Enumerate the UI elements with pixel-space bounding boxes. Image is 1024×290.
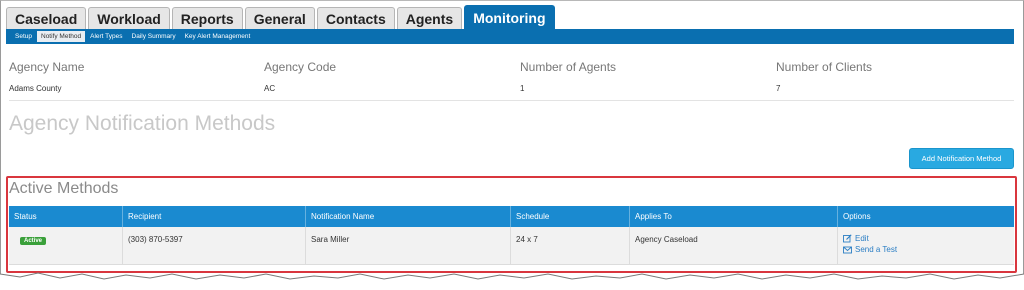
agency-name-value: Adams County <box>9 84 62 93</box>
cell-applies-to: Agency Caseload <box>630 227 838 264</box>
divider <box>9 100 1014 101</box>
edit-label: Edit <box>855 234 869 243</box>
tab-reports[interactable]: Reports <box>171 7 243 29</box>
subnav-key-alert-management[interactable]: Key Alert Management <box>181 31 255 42</box>
table-row: Active (303) 870-5397 Sara Miller 24 x 7… <box>9 227 1014 265</box>
agents-count-value: 1 <box>520 84 525 93</box>
send-test-link[interactable]: Send a Test <box>843 244 1014 255</box>
cell-options: Edit Send a Test <box>838 227 1014 264</box>
header-applies-to: Applies To <box>630 206 838 227</box>
main-tabs: Caseload Workload Reports General Contac… <box>6 5 557 29</box>
header-notification-name: Notification Name <box>306 206 511 227</box>
header-schedule: Schedule <box>511 206 630 227</box>
header-recipient: Recipient <box>123 206 306 227</box>
active-methods-heading: Active Methods <box>9 180 119 197</box>
agents-count-block: Number of Agents 1 <box>520 60 616 93</box>
clients-count-value: 7 <box>776 84 781 93</box>
tab-caseload[interactable]: Caseload <box>6 7 87 29</box>
edit-link[interactable]: Edit <box>843 233 1014 244</box>
agency-code-value: AC <box>264 84 276 93</box>
cell-schedule: 24 x 7 <box>511 227 630 264</box>
subnav-alert-types[interactable]: Alert Types <box>86 31 126 42</box>
torn-edge <box>0 272 1024 290</box>
subnav-daily-summary[interactable]: Daily Summary <box>128 31 180 42</box>
cell-status: Active <box>9 227 123 264</box>
monitoring-subnav: Setup Notify Method Alert Types Daily Su… <box>6 29 1014 44</box>
clients-count-block: Number of Clients 7 <box>776 60 872 93</box>
header-status: Status <box>9 206 123 227</box>
agents-count-label: Number of Agents <box>520 60 617 74</box>
tab-general[interactable]: General <box>244 7 315 29</box>
add-notification-method-button[interactable]: Add Notification Method <box>909 148 1014 169</box>
tab-workload[interactable]: Workload <box>88 7 170 29</box>
tab-contacts[interactable]: Contacts <box>316 7 395 29</box>
cell-notification-name: Sara Miller <box>306 227 511 264</box>
status-badge: Active <box>20 237 47 245</box>
subnav-notify-method[interactable]: Notify Method <box>37 31 86 42</box>
header-options: Options <box>843 212 871 221</box>
clients-count-label: Number of Clients <box>776 60 873 74</box>
tab-agents[interactable]: Agents <box>396 7 463 29</box>
agency-name-block: Agency Name Adams County <box>9 60 84 93</box>
send-test-label: Send a Test <box>855 245 898 254</box>
tab-monitoring[interactable]: Monitoring <box>464 5 555 29</box>
table-header: Status Recipient Notification Name Sched… <box>9 206 1014 227</box>
agency-name-label: Agency Name <box>9 60 85 74</box>
page-title: Agency Notification Methods <box>9 112 276 135</box>
agency-code-block: Agency Code AC <box>264 60 336 93</box>
agency-code-label: Agency Code <box>264 60 337 74</box>
active-methods-table: Status Recipient Notification Name Sched… <box>9 206 1014 265</box>
cell-recipient: (303) 870-5397 <box>123 227 306 264</box>
envelope-icon <box>843 246 852 253</box>
edit-icon <box>843 234 852 243</box>
subnav-setup[interactable]: Setup <box>11 31 36 42</box>
